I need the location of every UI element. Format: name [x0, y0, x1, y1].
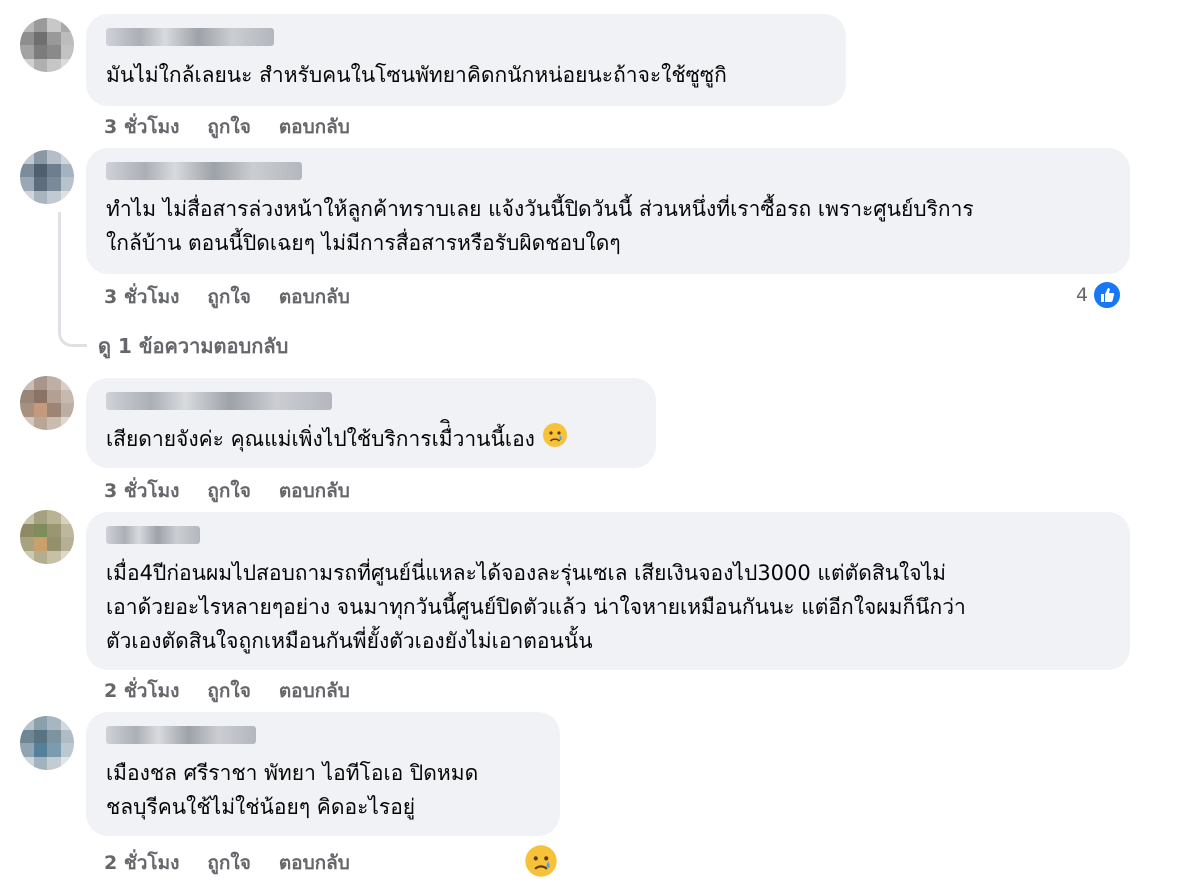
reply-button[interactable]: ตอบกลับ [279, 112, 350, 142]
comment-timestamp[interactable]: 3 ชั่วโมง [104, 476, 179, 506]
author-name-blurred[interactable] [106, 526, 200, 544]
author-name-blurred[interactable] [106, 392, 332, 410]
like-button[interactable]: ถูกใจ [207, 112, 250, 142]
comment-timestamp[interactable]: 2 ชั่วโมง [104, 676, 179, 706]
comment-bubble: มันไม่ใกล้เลยนะ สำหรับคนในโซนพัทยาคิดกนั… [86, 14, 846, 106]
comment-text-line: มันไม่ใกล้เลยนะ สำหรับคนในโซนพัทยาคิดกนั… [106, 63, 727, 87]
comment-text-line: ตัวเองตัดสินใจถูกเหมือนกันพี่ยั้งตัวเองย… [106, 629, 593, 653]
reaction-count: 4 [1076, 284, 1089, 306]
comment-text-line: ใกล้บ้าน ตอนนี้ปิดเฉยๆ ไม่มีการสื่อสารหร… [106, 231, 621, 255]
avatar[interactable] [20, 18, 74, 72]
crying-face-emoji[interactable] [524, 844, 558, 882]
comment-actions: 2 ชั่วโมง ถูกใจ ตอบกลับ [104, 848, 350, 878]
avatar[interactable] [20, 376, 74, 430]
comment-actions: 3 ชั่วโมง ถูกใจ ตอบกลับ [104, 282, 350, 312]
reply-button[interactable]: ตอบกลับ [279, 676, 350, 706]
comment-bubble: เมืองชล ศรีราชา พัทยา ไอทีโอเอ ปิดหมด ชล… [86, 712, 560, 836]
reply-button[interactable]: ตอบกลับ [279, 282, 350, 312]
author-name-blurred[interactable] [106, 28, 274, 46]
reply-button[interactable]: ตอบกลับ [279, 848, 350, 878]
comment-text-line: ชลบุรีคนใช้ไม่ใช่น้อยๆ คิดอะไรอยู่ [106, 795, 416, 819]
author-name-blurred[interactable] [106, 726, 256, 744]
comment-actions: 2 ชั่วโมง ถูกใจ ตอบกลับ [104, 676, 350, 706]
comment-actions: 3 ชั่วโมง ถูกใจ ตอบกลับ [104, 476, 350, 506]
reaction-summary[interactable]: 4 [1076, 280, 1123, 310]
like-button[interactable]: ถูกใจ [207, 476, 250, 506]
avatar[interactable] [20, 716, 74, 770]
comment-timestamp[interactable]: 3 ชั่วโมง [104, 112, 179, 142]
comment-text-line: เมืองชล ศรีราชา พัทยา ไอทีโอเอ ปิดหมด [106, 761, 479, 785]
author-name-blurred[interactable] [106, 162, 302, 180]
avatar[interactable] [20, 510, 74, 564]
avatar[interactable] [20, 150, 74, 204]
comment-text-line: เอาด้วยอะไรหลายๆอย่าง จนมาทุกวันนี้ศูนย์… [106, 595, 966, 619]
comment-timestamp[interactable]: 3 ชั่วโมง [104, 282, 179, 312]
comment-text: เสียดายจังค่ะ คุณแม่เพิ่งไปใช้บริการเมื่… [106, 427, 535, 451]
comment-text-line: ทำไม ไม่สื่อสารล่วงหน้าให้ลูกค้าทราบเลย … [106, 197, 974, 221]
comment-text-line: เสียดายจังค่ะ คุณแม่เพิ่งไปใช้บริการเมื่… [106, 422, 636, 458]
comment-bubble: เสียดายจังค่ะ คุณแม่เพิ่งไปใช้บริการเมื่… [86, 378, 656, 468]
like-thumb-icon [1092, 280, 1123, 310]
like-button[interactable]: ถูกใจ [207, 282, 250, 312]
reply-thread-line [58, 212, 87, 347]
like-button[interactable]: ถูกใจ [207, 676, 250, 706]
view-replies-link[interactable]: ดู 1 ข้อความตอบกลับ [98, 330, 288, 362]
like-button[interactable]: ถูกใจ [207, 848, 250, 878]
comment-actions: 3 ชั่วโมง ถูกใจ ตอบกลับ [104, 112, 350, 142]
crying-face-emoji [542, 422, 568, 458]
comment-timestamp[interactable]: 2 ชั่วโมง [104, 848, 179, 878]
comment-bubble: เมื่อ4ปีก่อนผมไปสอบถามรถที่ศูนย์นี่แหละไ… [86, 512, 1130, 670]
reply-button[interactable]: ตอบกลับ [279, 476, 350, 506]
comment-bubble: ทำไม ไม่สื่อสารล่วงหน้าให้ลูกค้าทราบเลย … [86, 148, 1130, 274]
comment-text-line: เมื่อ4ปีก่อนผมไปสอบถามรถที่ศูนย์นี่แหละไ… [106, 561, 947, 585]
